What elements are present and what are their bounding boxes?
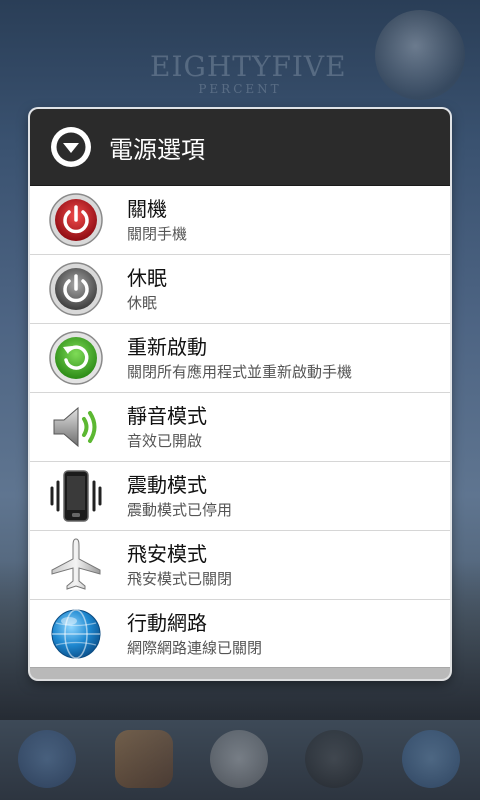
vibrate-mode-option[interactable]: 震動模式 震動模式已停用: [30, 462, 450, 531]
home-dock: [0, 720, 480, 800]
power-gray-icon: [48, 261, 104, 317]
camera-dock-icon: [305, 730, 363, 788]
speaker-icon: [48, 399, 104, 455]
wallpaper-brand: EIGHTYFIVE: [150, 50, 347, 83]
power-options-list: 關機 關閉手機 休眠 休眠 重新啟動 關閉所有應用程式並重新啟動手機 靜音模式 …: [30, 186, 450, 668]
option-title: 行動網路: [127, 611, 207, 635]
chevron-down-circle-icon: [51, 127, 91, 167]
globe-icon: [48, 606, 104, 662]
airplane-mode-option[interactable]: 飛安模式 飛安模式已關閉: [30, 531, 450, 600]
phone-dock-icon: [18, 730, 76, 788]
option-title: 飛安模式: [127, 542, 207, 566]
dialog-footer-bar: [30, 667, 450, 679]
dialog-title: 電源選項: [109, 135, 205, 164]
option-title: 震動模式: [127, 473, 207, 497]
contacts-dock-icon: [115, 730, 173, 788]
mobile-network-option[interactable]: 行動網路 網際網路連線已關閉: [30, 600, 450, 668]
option-title: 關機: [127, 197, 167, 221]
sleep-option[interactable]: 休眠 休眠: [30, 255, 450, 324]
clock-widget: [375, 10, 465, 100]
home-dock-icon: [210, 730, 268, 788]
dialog-header: 電源選項: [30, 109, 450, 186]
option-subtitle: 關閉手機: [127, 225, 188, 243]
power-options-dialog: 電源選項 關機 關閉手機 休眠 休眠 重新啟動 關閉所有應用程式並重新啟動手機 …: [30, 109, 450, 679]
option-subtitle: 關閉所有應用程式並重新啟動手機: [127, 363, 353, 381]
option-subtitle: 飛安模式已關閉: [127, 570, 233, 588]
power-red-icon: [48, 192, 104, 248]
option-title: 休眠: [127, 266, 167, 290]
option-title: 重新啟動: [127, 335, 207, 359]
option-subtitle: 震動模式已停用: [127, 501, 233, 519]
browser-dock-icon: [402, 730, 460, 788]
restart-option[interactable]: 重新啟動 關閉所有應用程式並重新啟動手機: [30, 324, 450, 393]
restart-icon: [48, 330, 104, 386]
power-off-option[interactable]: 關機 關閉手機: [30, 186, 450, 255]
option-title: 靜音模式: [127, 404, 207, 428]
airplane-icon: [48, 537, 104, 593]
option-subtitle: 網際網路連線已關閉: [127, 639, 263, 657]
option-subtitle: 休眠: [127, 294, 158, 312]
vibrate-phone-icon: [48, 468, 104, 524]
silent-mode-option[interactable]: 靜音模式 音效已開啟: [30, 393, 450, 462]
option-subtitle: 音效已開啟: [127, 432, 203, 450]
wallpaper-brand-sub: PERCENT: [198, 82, 282, 96]
